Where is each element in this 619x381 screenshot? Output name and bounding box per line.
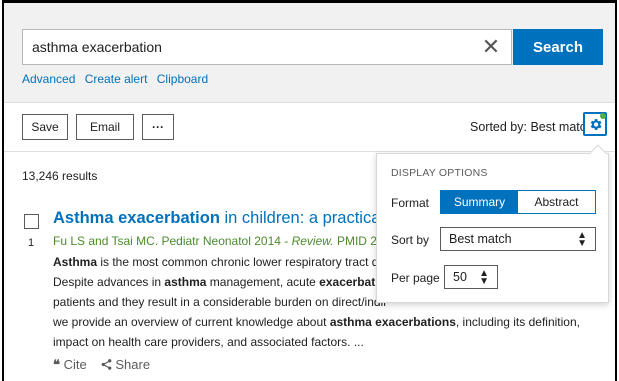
per-page-value: 50 bbox=[453, 270, 467, 284]
create-alert-link[interactable]: Create alert bbox=[85, 72, 148, 86]
search-box: ✕ bbox=[22, 29, 512, 65]
snippet-highlight: asthma exacerbations bbox=[329, 315, 456, 329]
display-options-heading: DISPLAY OPTIONS bbox=[391, 167, 488, 179]
snippet-highlight: asthma bbox=[164, 275, 207, 289]
search-area: ✕ Search Advanced Create alert Clipboard bbox=[4, 3, 615, 103]
share-button[interactable]: Share bbox=[101, 357, 150, 373]
snippet-text: patients and they result in a considerab… bbox=[53, 295, 388, 309]
share-icon bbox=[101, 359, 112, 370]
per-page-label: Per page bbox=[391, 271, 440, 285]
snippet-text: impact on health care providers, and ass… bbox=[53, 335, 364, 349]
snippet-text: , including its definition, bbox=[455, 315, 580, 329]
search-input[interactable] bbox=[23, 30, 473, 64]
result-title-link[interactable]: Asthma exacerbation in children: a pract… bbox=[53, 209, 424, 228]
result-checkbox[interactable] bbox=[24, 214, 39, 229]
result-authors: Fu LS and Tsai MC. Pediatr Neonatol 2014… bbox=[53, 234, 292, 248]
search-links: Advanced Create alert Clipboard bbox=[22, 72, 214, 86]
cite-label: Cite bbox=[63, 357, 87, 372]
snippet-text: management, acute bbox=[206, 275, 320, 289]
gear-icon bbox=[590, 118, 601, 130]
sort-by-select[interactable]: Best match ▲ ▼ bbox=[440, 227, 596, 251]
result-actions: ❝ Cite Share bbox=[53, 357, 150, 373]
format-option-summary[interactable]: Summary bbox=[441, 191, 518, 213]
clear-search-button[interactable]: ✕ bbox=[473, 30, 509, 64]
advanced-link[interactable]: Advanced bbox=[22, 72, 75, 86]
snippet-text: Despite advances in bbox=[53, 275, 165, 289]
sorted-by-label: Sorted by: Best match bbox=[470, 120, 593, 134]
sort-by-label: Sort by bbox=[391, 233, 430, 247]
close-icon: ✕ bbox=[481, 34, 501, 59]
format-option-abstract[interactable]: Abstract bbox=[518, 191, 595, 213]
select-caret-icon: ▲ ▼ bbox=[479, 268, 489, 287]
quote-icon: ❝ bbox=[53, 357, 60, 372]
results-count: 13,246 results bbox=[22, 169, 98, 183]
results-toolbar: Save Email ··· Sorted by: Best match bbox=[4, 104, 615, 152]
active-indicator-dot bbox=[600, 113, 606, 119]
sort-by-value: Best match bbox=[449, 232, 512, 246]
app-frame: ✕ Search Advanced Create alert Clipboard… bbox=[2, 0, 617, 381]
display-options-button[interactable] bbox=[583, 112, 607, 136]
snippet-text: is the most common chronic lower respira… bbox=[97, 255, 394, 269]
format-label: Format bbox=[391, 196, 430, 210]
result-pubtype: Review. bbox=[291, 234, 334, 248]
result-citation: Fu LS and Tsai MC. Pediatr Neonatol 2014… bbox=[53, 234, 407, 248]
select-caret-icon: ▲ ▼ bbox=[577, 230, 587, 249]
search-button[interactable]: Search bbox=[513, 29, 603, 65]
share-label: Share bbox=[115, 357, 151, 372]
snippet-text: we provide an overview of current knowle… bbox=[53, 315, 330, 329]
display-options-popover: DISPLAY OPTIONS Format Summary Abstract … bbox=[376, 153, 609, 303]
save-button[interactable]: Save bbox=[22, 114, 68, 140]
cite-button[interactable]: ❝ Cite bbox=[53, 357, 87, 373]
email-button[interactable]: Email bbox=[76, 114, 134, 140]
format-toggle: Summary Abstract bbox=[440, 190, 596, 214]
snippet-highlight: Asthma bbox=[53, 255, 98, 269]
result-number: 1 bbox=[28, 237, 35, 249]
clipboard-link[interactable]: Clipboard bbox=[157, 72, 208, 86]
per-page-select[interactable]: 50 ▲ ▼ bbox=[444, 265, 498, 289]
result-title-bold: Asthma exacerbation bbox=[53, 209, 220, 227]
more-actions-button[interactable]: ··· bbox=[142, 114, 174, 140]
